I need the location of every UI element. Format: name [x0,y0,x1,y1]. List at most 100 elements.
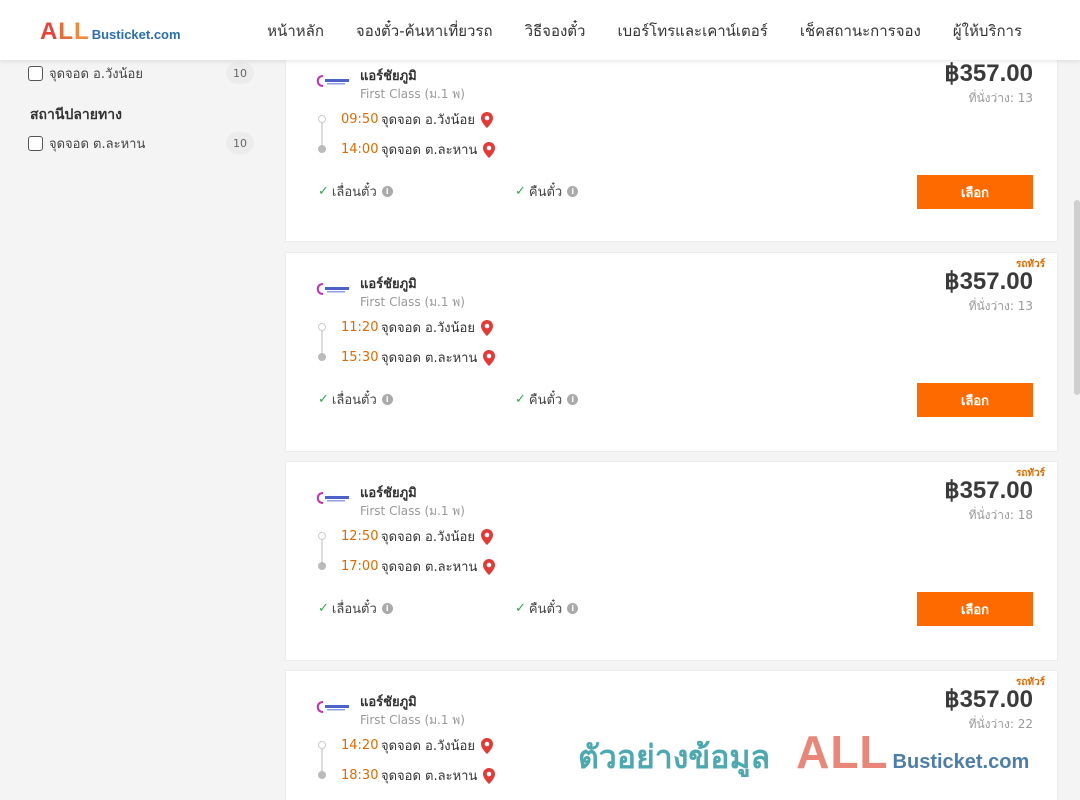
nav-home[interactable]: หน้าหลัก [267,19,324,43]
info-icon[interactable]: i [381,394,393,405]
bus-class: First Class (ม.1 พ) [360,713,465,727]
arrive-time: 15:30 [341,350,379,365]
depart-dot [318,741,326,749]
nav-how-to-book[interactable]: วิธีจองตั๋ว [525,19,586,43]
depart-stop: 09:50 จุดจอด อ.วังน้อย [341,109,493,130]
depart-dot [318,115,326,123]
arrive-place: จุดจอด ต.ละหาน [381,560,478,575]
trip-card: รถทัวร์ แอร์ชัยภูมิ First Class (ม.1 พ) … [285,461,1058,661]
reschedule-option: ✓ เลื่อนตั๋ว i [318,181,393,202]
map-pin-icon[interactable] [483,767,496,784]
info-icon[interactable]: i [381,603,393,614]
depart-place: จุดจอด อ.วังน้อย [381,739,475,754]
arrive-dot [318,353,326,361]
ticket-price: ฿357.00 [944,686,1033,713]
arrive-dot [318,145,326,153]
depart-place: จุดจอด อ.วังน้อย [381,530,475,545]
page-scrollbar[interactable] [1074,200,1080,395]
refund-option: ✓ คืนตั๋ว i [515,181,579,202]
info-icon[interactable]: i [567,186,579,197]
depart-stop: 11:20 จุดจอด อ.วังน้อย [341,317,493,338]
refund-label: คืนตั๋ว [528,602,563,617]
nav-book-search[interactable]: จองตั๋ว-ค้นหาเที่ยวรถ [356,19,493,43]
destination-count-badge: 10 [226,132,254,154]
depart-dot [318,323,326,331]
depart-time: 14:20 [341,738,379,753]
logo-busticket-text: Busticket.com [91,27,181,42]
filter-origin-item[interactable]: จุดจอด อ.วังน้อย 10 [28,62,254,84]
logo-all-text: ALL [40,18,90,45]
ticket-price: ฿357.00 [944,60,1033,87]
reschedule-option: ✓ เลื่อนตั๋ว i [318,598,393,619]
destination-label: จุดจอด ต.ละหาน [49,136,146,152]
map-pin-icon[interactable] [483,141,496,158]
watermark-overlay: ตัวอย่างข้อมูล ALL Busticket.com [578,725,1029,783]
ticket-price: ฿357.00 [944,477,1033,504]
site-logo[interactable]: ALL Busticket.com [40,18,181,46]
select-trip-button[interactable]: เลือก [917,592,1033,626]
destination-checkbox[interactable] [28,135,43,151]
arrive-dot [318,562,326,570]
watermark-thai-text: ตัวอย่างข้อมูล [578,738,771,776]
bus-class: First Class (ม.1 พ) [360,295,465,309]
depart-stop: 12:50 จุดจอด อ.วังน้อย [341,526,493,547]
origin-checkbox[interactable] [28,65,43,81]
info-icon[interactable]: i [567,394,579,405]
arrive-place: จุดจอด ต.ละหาน [381,769,478,784]
nav-phone-counter[interactable]: เบอร์โทรและเคาน์เตอร์ [617,19,767,43]
nav-check-status[interactable]: เช็คสถานะการจอง [800,19,921,43]
origin-count-badge: 10 [226,62,254,84]
depart-stop: 14:20 จุดจอด อ.วังน้อย [341,735,493,756]
refund-label: คืนตั๋ว [528,185,563,200]
operator-logo-icon [316,701,349,713]
ticket-price: ฿357.00 [944,268,1033,295]
operator-logo-icon [316,75,349,87]
filter-destination-item[interactable]: จุดจอด ต.ละหาน 10 [28,132,254,154]
nav-operators[interactable]: ผู้ให้บริการ [953,19,1022,43]
check-icon: ✓ [515,392,526,407]
check-icon: ✓ [515,184,526,199]
watermark-all-text: ALL [796,726,889,778]
operator-logo-icon [316,492,349,504]
select-trip-button[interactable]: เลือก [917,383,1033,417]
origin-label: จุดจอด อ.วังน้อย [49,66,143,82]
check-icon: ✓ [318,392,329,407]
depart-place: จุดจอด อ.วังน้อย [381,113,475,128]
bus-class: First Class (ม.1 พ) [360,87,465,101]
trip-card: แอร์ชัยภูมิ First Class (ม.1 พ) ฿357.00 … [285,44,1058,242]
bus-class: First Class (ม.1 พ) [360,504,465,518]
arrive-stop: 18:30 จุดจอด ต.ละหาน [341,765,496,786]
map-pin-icon[interactable] [483,349,496,366]
arrive-stop: 14:00 จุดจอด ต.ละหาน [341,139,496,160]
depart-time: 12:50 [341,529,379,544]
info-icon[interactable]: i [381,186,393,197]
reschedule-label: เลื่อนตั๋ว [331,602,377,617]
arrive-place: จุดจอด ต.ละหาน [381,351,478,366]
depart-time: 11:20 [341,320,379,335]
info-icon[interactable]: i [567,603,579,614]
check-icon: ✓ [515,601,526,616]
seats-available: ที่นั่งว่าง: 13 [968,299,1033,313]
map-pin-icon[interactable] [483,558,496,575]
watermark-busticket-text: Busticket.com [892,751,1030,773]
depart-dot [318,532,326,540]
arrive-stop: 15:30 จุดจอด ต.ละหาน [341,347,496,368]
operator-name: แอร์ชัยภูมิ [360,695,417,710]
map-pin-icon[interactable] [480,737,493,754]
operator-logo-icon [316,283,349,295]
reschedule-option: ✓ เลื่อนตั๋ว i [318,389,393,410]
map-pin-icon[interactable] [480,528,493,545]
depart-time: 09:50 [341,112,379,127]
arrive-time: 17:00 [341,559,379,574]
refund-option: ✓ คืนตั๋ว i [515,598,579,619]
arrive-dot [318,771,326,779]
map-pin-icon[interactable] [480,319,493,336]
select-trip-button[interactable]: เลือก [917,175,1033,209]
operator-name: แอร์ชัยภูมิ [360,486,417,501]
top-header: ALL Busticket.com หน้าหลัก จองตั๋ว-ค้นหา… [0,0,1080,60]
map-pin-icon[interactable] [480,111,493,128]
reschedule-label: เลื่อนตั๋ว [331,185,377,200]
depart-place: จุดจอด อ.วังน้อย [381,321,475,336]
check-icon: ✓ [318,601,329,616]
seats-available: ที่นั่งว่าง: 18 [968,508,1033,522]
